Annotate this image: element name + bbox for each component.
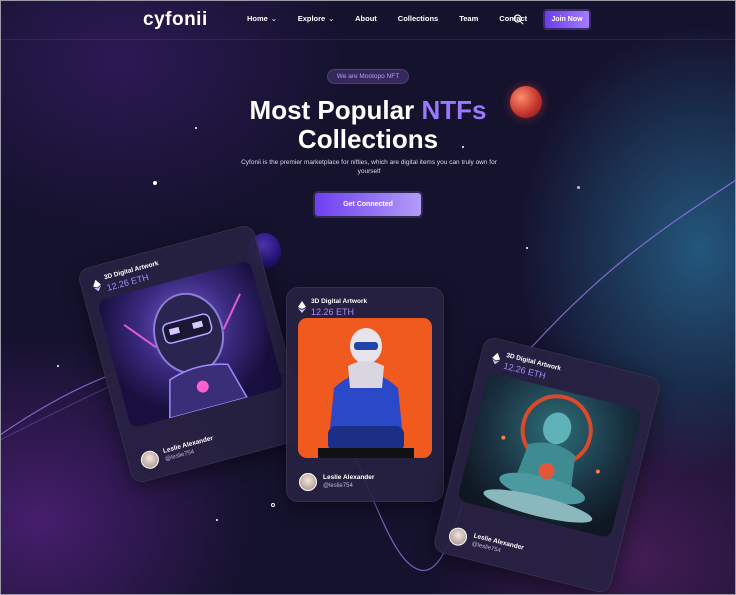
star bbox=[57, 365, 59, 367]
card-owner[interactable]: Leslie Alexander @leslie754 bbox=[299, 473, 374, 491]
avatar bbox=[299, 473, 317, 491]
star bbox=[153, 181, 157, 185]
hoodie-figure-illustration bbox=[318, 328, 414, 458]
card-category: 3D Digital Artwork bbox=[311, 298, 368, 305]
card-owner[interactable]: Leslie Alexander @leslie754 bbox=[447, 525, 525, 562]
avatar bbox=[138, 448, 161, 471]
main-menu: Home ⌄ Explore ⌄ About Collections Team Co… bbox=[247, 14, 548, 23]
top-navigation: cyfonii Home ⌄ Explore ⌄ About Collections… bbox=[0, 0, 736, 40]
get-connected-button[interactable]: Get Connected bbox=[313, 191, 423, 218]
nav-team[interactable]: Team bbox=[459, 14, 478, 23]
card-price: 12.26 ETH bbox=[311, 307, 355, 317]
hero-title-accent: NTFs bbox=[421, 95, 487, 125]
star bbox=[577, 186, 580, 189]
nav-about[interactable]: About bbox=[355, 14, 377, 23]
nft-artwork-meditating-robot[interactable] bbox=[456, 372, 643, 539]
chevron-down-icon: ⌄ bbox=[270, 15, 277, 23]
nav-explore-label: Explore bbox=[297, 14, 326, 23]
meditating-robot-illustration bbox=[483, 394, 600, 523]
nav-home[interactable]: Home ⌄ bbox=[247, 14, 277, 23]
ethereum-icon bbox=[93, 279, 102, 292]
nft-card[interactable]: 3D Digital Artwork 12.26 ETH Leslie Alex… bbox=[286, 287, 444, 502]
ethereum-icon bbox=[298, 301, 306, 313]
nav-collections[interactable]: Collections bbox=[398, 14, 438, 23]
chevron-down-icon: ⌄ bbox=[328, 15, 335, 23]
owner-handle: @leslie754 bbox=[323, 483, 353, 489]
star bbox=[526, 247, 528, 249]
hero-title-plain: Most Popular bbox=[249, 95, 422, 125]
star bbox=[216, 519, 218, 521]
nav-home-label: Home bbox=[247, 14, 268, 23]
owner-name: Leslie Alexander bbox=[323, 474, 375, 481]
hero-badge: We are Mootopo NFT bbox=[327, 69, 409, 84]
search-icon[interactable] bbox=[513, 14, 524, 25]
nav-explore[interactable]: Explore ⌄ bbox=[298, 14, 334, 23]
hero-subtitle: Cyfonii is the premier marketplace for n… bbox=[241, 159, 497, 175]
nav-team-label: Team bbox=[459, 14, 479, 23]
star bbox=[271, 503, 275, 507]
card-header: 3D Digital Artwork 12.26 ETH bbox=[298, 298, 367, 318]
card-owner[interactable]: Leslie Alexander @leslie754 bbox=[138, 434, 217, 471]
ethereum-icon bbox=[492, 352, 501, 365]
logo[interactable]: cyfonii bbox=[143, 9, 208, 31]
hero-title-line1: Most Popular NTFs bbox=[0, 95, 736, 125]
nav-collections-label: Collections bbox=[397, 14, 439, 23]
nft-artwork-hoodie-figure[interactable] bbox=[298, 318, 432, 458]
join-now-button[interactable]: Join Now bbox=[543, 9, 591, 30]
hero-title-line2: Collections bbox=[297, 124, 439, 154]
avatar bbox=[447, 525, 469, 548]
nav-about-label: About bbox=[355, 14, 377, 23]
